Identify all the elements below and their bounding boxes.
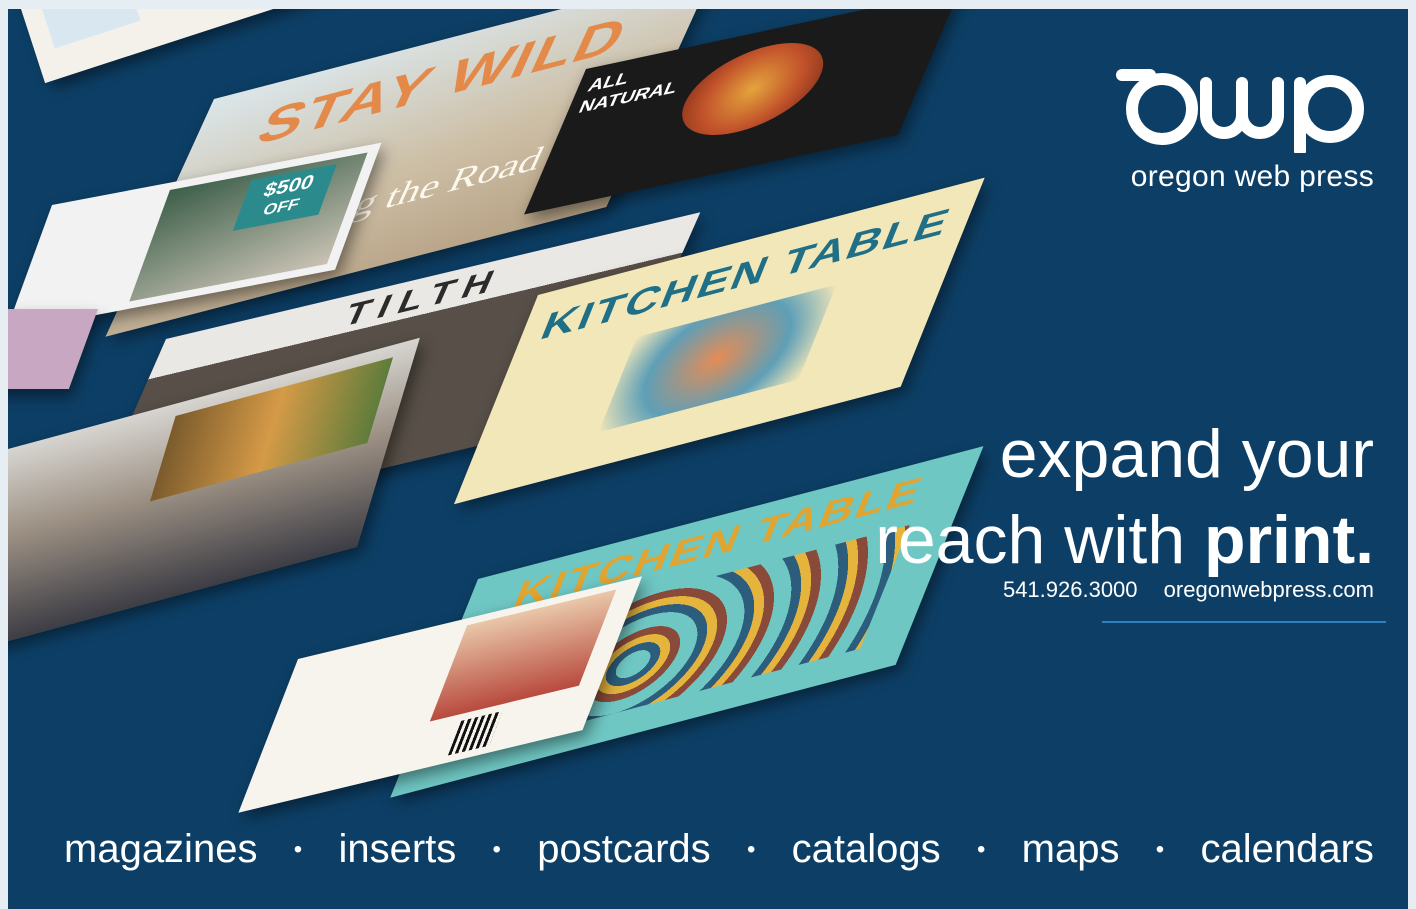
separator-dot: •: [492, 835, 501, 863]
website-link[interactable]: oregonwebpress.com: [1164, 577, 1374, 602]
separator-dot: •: [746, 835, 756, 863]
headline-line2-plain: reach with: [875, 502, 1205, 578]
owp-logo-mark: [1116, 69, 1364, 153]
brand-logo: oregon web press: [1104, 61, 1374, 194]
separator-dot: •: [293, 835, 303, 863]
separator-dot: •: [1155, 835, 1165, 863]
headline-line2: reach with print.: [875, 497, 1374, 583]
separator-dot: •: [976, 835, 986, 863]
product-inserts: inserts: [338, 827, 457, 871]
headline: expand your reach with print.: [875, 411, 1374, 583]
contact-info: 541.926.3000 oregonwebpress.com: [1003, 577, 1374, 603]
brand-name: oregon web press: [1130, 160, 1374, 193]
product-list: magazines • inserts • postcards • catalo…: [64, 827, 1374, 872]
product-magazines: magazines: [64, 827, 258, 871]
pizza-image: [666, 30, 840, 148]
qr-code: [447, 710, 503, 756]
headline-line2-bold: print.: [1204, 502, 1374, 578]
magazine-left-edge: [8, 309, 98, 389]
product-calendars: calendars: [1200, 827, 1374, 871]
product-catalogs: catalogs: [791, 827, 941, 871]
print-ad: STAY WILD Seeking the Road ALL NATURAL $…: [8, 9, 1408, 909]
rack-card-photo: [429, 589, 617, 722]
headline-line1: expand your: [999, 416, 1374, 492]
contact-underline: [1102, 621, 1386, 623]
publication-collage: STAY WILD Seeking the Road ALL NATURAL $…: [8, 9, 985, 909]
product-postcards: postcards: [537, 827, 711, 871]
product-maps: maps: [1021, 827, 1120, 871]
phone-number: 541.926.3000: [1002, 577, 1138, 602]
